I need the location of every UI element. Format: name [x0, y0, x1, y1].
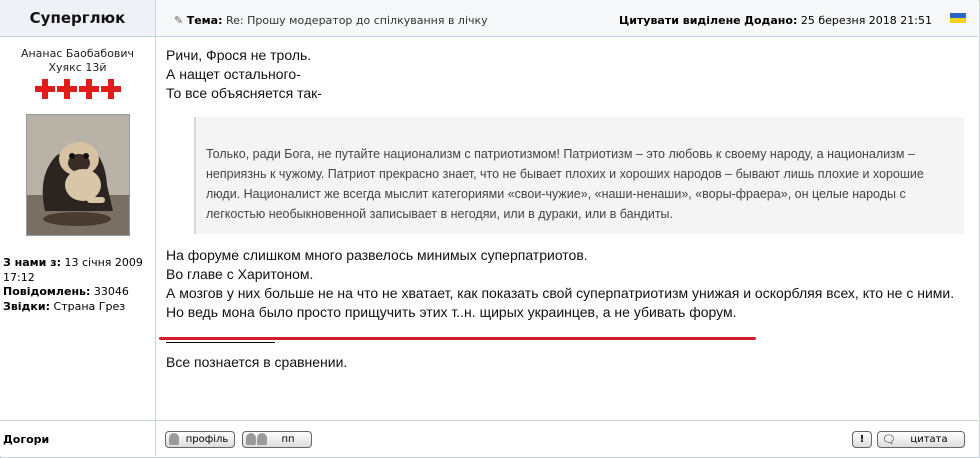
rank-line-2: Хуякс 13й	[48, 61, 107, 74]
from-label: Звідки:	[3, 299, 51, 313]
rank-line-1: Ананас Баобабович	[20, 47, 135, 60]
quote-selected-link[interactable]: Цитувати виділене	[619, 14, 741, 27]
body-line: Ричи, Фрося не троль.	[166, 47, 312, 63]
speech-bubble-icon: 🗨	[882, 433, 896, 446]
subject-label: Тема:	[186, 14, 223, 27]
from-value: Страна Грез	[53, 299, 126, 313]
quote-block: Только, ради Бога, не путайте национализ…	[194, 117, 964, 234]
report-button[interactable]: !	[852, 431, 872, 448]
post-subject: ✎ Тема: Re: Прошу модератор до спілкуван…	[174, 14, 488, 27]
author-details: З нами з: 13 січня 2009 17:12 Повідомлен…	[3, 256, 153, 314]
ukraine-flag-icon	[950, 13, 966, 23]
body-line: То все объясняется так-	[166, 85, 322, 101]
users-icon	[246, 433, 256, 445]
author-column: Суперглюк Ананас Баобабович Хуякс 13й З …	[0, 0, 156, 456]
red-cross-icon	[34, 79, 55, 99]
red-underline-annotation	[159, 337, 756, 340]
body-line: Но ведь мона было просто прищучить этих …	[166, 304, 737, 320]
posts-value: 33046	[93, 285, 129, 298]
added-label: Додано:	[744, 14, 798, 27]
red-cross-icon	[56, 79, 77, 99]
rank-crosses	[0, 79, 155, 101]
pm-button-label: пп	[281, 434, 295, 445]
profile-button[interactable]: профіль	[165, 431, 235, 448]
red-cross-icon	[78, 79, 99, 99]
post-icon: ✎	[174, 14, 184, 27]
users-icon	[257, 433, 267, 445]
post-body: Ричи, Фрося не троль. А нащет остального…	[166, 46, 966, 372]
profile-button-label: профіль	[185, 434, 229, 445]
body-line: Во главе с Харитоном.	[166, 266, 314, 282]
body-line: А мозгов у них больше не на что не хвата…	[166, 285, 955, 301]
posts-label: Повідомлень:	[3, 285, 91, 298]
author-name[interactable]: Суперглюк	[0, 0, 155, 37]
red-cross-icon	[100, 79, 121, 99]
post-footer: профіль пп ! 🗨 цитата	[156, 420, 978, 457]
subject-value[interactable]: Re: Прошу модератор до спілкування в ліч…	[226, 14, 488, 27]
signature-divider	[166, 342, 275, 343]
post-header: ✎ Тема: Re: Прошу модератор до спілкуван…	[156, 0, 978, 37]
added-value: 25 березня 2018 21:51	[800, 14, 932, 27]
author-rank: Ананас Баобабович Хуякс 13й	[0, 47, 155, 75]
body-line: А нащет остального-	[166, 66, 301, 82]
quote-button-label: цитата	[910, 434, 948, 445]
signature: Все познается в сравнении.	[166, 354, 348, 370]
user-icon	[169, 433, 179, 445]
post-main: ✎ Тема: Re: Прошу модератор до спілкуван…	[156, 0, 978, 456]
pm-button[interactable]: пп	[242, 431, 312, 448]
back-to-top-link[interactable]: Догори	[3, 433, 49, 446]
body-line: На форуме слишком много развелось минимы…	[166, 247, 588, 263]
joined-label: З нами з:	[3, 256, 61, 269]
author-footer: Догори	[0, 420, 155, 457]
avatar	[26, 114, 130, 236]
quote-button[interactable]: 🗨 цитата	[877, 431, 965, 448]
post-meta: Цитувати виділене Додано: 25 березня 201…	[619, 14, 932, 27]
